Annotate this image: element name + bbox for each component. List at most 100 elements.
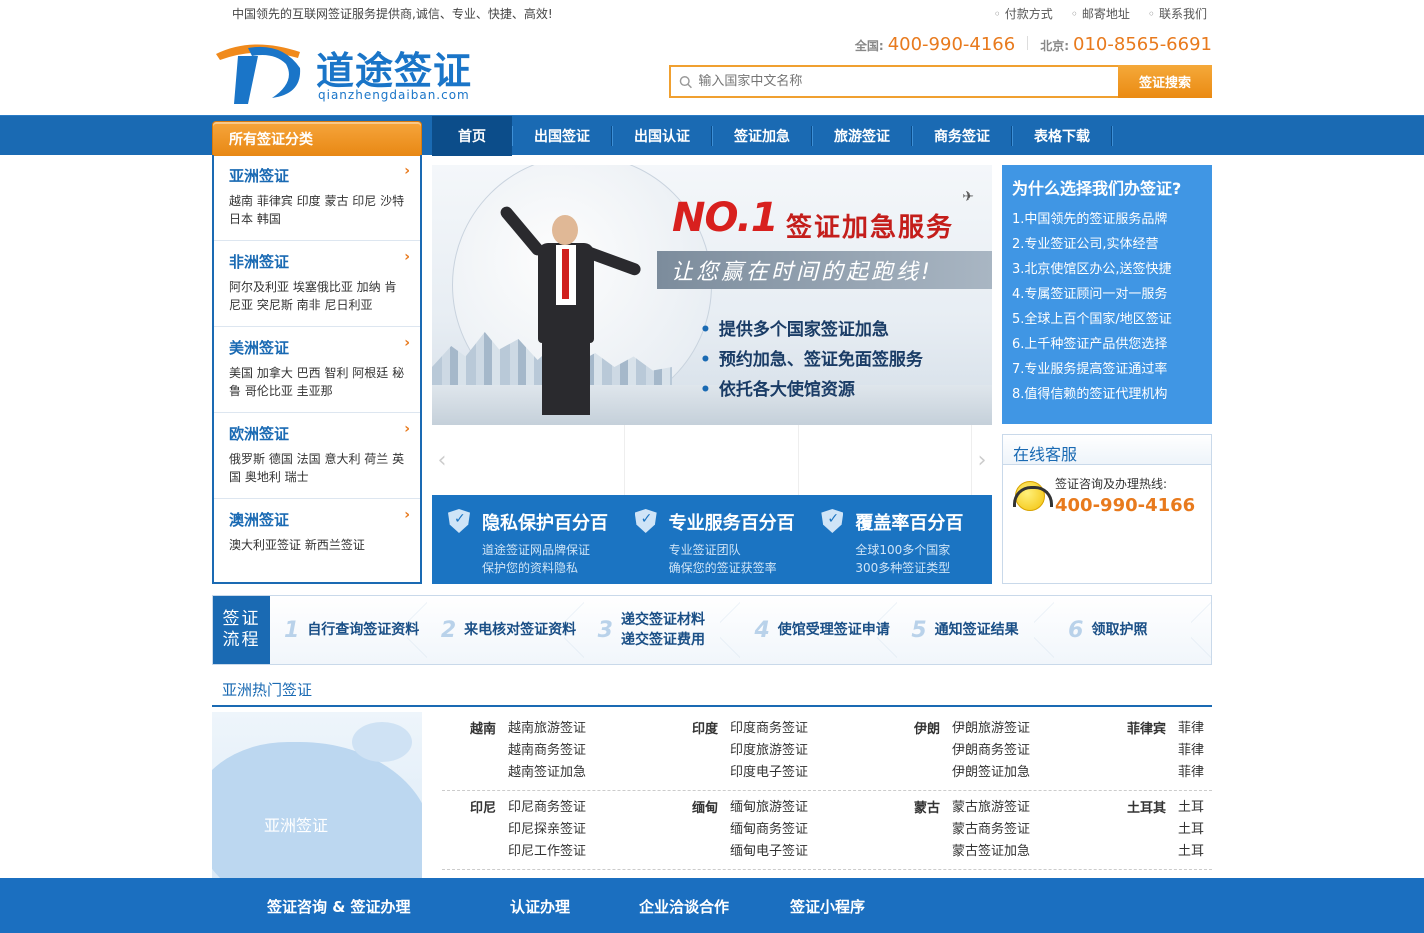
country-name[interactable]: 越南 [442, 718, 508, 784]
visa-link[interactable]: 伊朗商务签证 [952, 740, 1030, 762]
footer-bar: 签证咨询 & 签证办理 认证办理 企业洽谈合作 签证小程序 [0, 878, 1424, 933]
country-column: 伊朗 伊朗旅游签证 伊朗商务签证 伊朗签证加急 [886, 718, 1108, 784]
process-step: 2 来电核对签证资料 [427, 595, 584, 665]
banner-bullet: 依托各大使馆资源 [700, 375, 923, 405]
category-countries[interactable]: 阿尔及利亚 埃塞俄比亚 加纳 肯尼亚 突尼斯 南非 尼日利亚 [229, 278, 406, 314]
category-sidebar: 亚洲签证 › 越南 菲律宾 印度 蒙古 印尼 沙特 日本 韩国 非洲签证 › 阿… [212, 155, 422, 584]
country-column: 越南 越南旅游签证 越南商务签证 越南签证加急 [442, 718, 664, 784]
thumbnail[interactable] [799, 425, 972, 495]
category-americas[interactable]: 美洲签证 › 美国 加拿大 巴西 智利 阿根廷 秘鲁 哥伦比亚 圭亚那 [214, 327, 420, 413]
visa-link[interactable]: 越南签证加急 [508, 762, 586, 784]
category-title[interactable]: 亚洲签证 [229, 165, 406, 186]
prev-arrow-icon[interactable]: ‹ [432, 425, 452, 495]
visa-link[interactable]: 缅甸旅游签证 [730, 797, 808, 819]
chevron-right-icon: › [404, 421, 410, 437]
feature-privacy: 隐私保护百分百 道途签证网品牌保证保护您的资料隐私 [432, 495, 619, 584]
visa-link[interactable]: 印尼工作签证 [508, 841, 586, 863]
service-phone: 400-990-4166 [1055, 495, 1196, 516]
category-title[interactable]: 美洲签证 [229, 337, 406, 358]
search-input[interactable] [698, 74, 1118, 89]
process-step: 4 使馆受理签证申请 [740, 595, 898, 665]
feature-coverage: 覆盖率百分百 全球100多个国家300多种签证类型 [805, 495, 992, 584]
footer-certification[interactable]: 认证办理 [510, 896, 570, 917]
category-oceania[interactable]: 澳洲签证 › 澳大利亚签证 新西兰签证 [214, 499, 420, 585]
visa-link[interactable]: 土耳 [1178, 819, 1204, 841]
visa-link[interactable]: 印尼探亲签证 [508, 819, 586, 841]
category-countries[interactable]: 美国 加拿大 巴西 智利 阿根廷 秘鲁 哥伦比亚 圭亚那 [229, 364, 406, 400]
category-europe[interactable]: 欧洲签证 › 俄罗斯 德国 法国 意大利 荷兰 英国 奥地利 瑞士 [214, 413, 420, 499]
why-choose-us-panel: 为什么选择我们办签证? 1.中国领先的签证服务品牌 2.专业签证公司,实体经营 … [1002, 165, 1212, 424]
logo-mark-icon [216, 44, 301, 104]
banner-subtitle: 让您赢在时间的起跑线! [657, 251, 992, 289]
visa-link[interactable]: 蒙古商务签证 [952, 819, 1030, 841]
visa-link[interactable]: 土耳 [1178, 797, 1204, 819]
nav-bar: 所有签证分类 首页 出国签证 出国认证 签证加急 旅游签证 商务签证 表格下载 [0, 115, 1424, 156]
visa-link[interactable]: 土耳 [1178, 841, 1204, 863]
payment-link[interactable]: 付款方式 [994, 5, 1053, 22]
visa-link[interactable]: 缅甸电子签证 [730, 841, 808, 863]
category-title[interactable]: 澳洲签证 [229, 509, 406, 530]
nav-business-visa[interactable]: 商务签证 [912, 116, 1012, 156]
visa-link[interactable]: 印度电子签证 [730, 762, 808, 784]
nav-urgent-visa[interactable]: 签证加急 [712, 116, 812, 156]
country-name[interactable]: 土耳其 [1108, 797, 1178, 863]
category-asia[interactable]: 亚洲签证 › 越南 菲律宾 印度 蒙古 印尼 沙特 日本 韩国 [214, 155, 420, 241]
visa-link[interactable]: 印度旅游签证 [730, 740, 808, 762]
country-column: 菲律宾 菲律 菲律 菲律 [1108, 718, 1212, 784]
nav-tourist-visa[interactable]: 旅游签证 [812, 116, 912, 156]
search-button[interactable]: 签证搜索 [1118, 65, 1212, 98]
country-name[interactable]: 伊朗 [886, 718, 952, 784]
visa-link[interactable]: 越南商务签证 [508, 740, 586, 762]
footer-cooperation[interactable]: 企业洽谈合作 [639, 896, 729, 917]
banner-thumbnails: ‹ › [432, 425, 992, 495]
category-countries[interactable]: 越南 菲律宾 印度 蒙古 印尼 沙特 日本 韩国 [229, 192, 406, 228]
country-name[interactable]: 菲律宾 [1108, 718, 1178, 784]
category-africa[interactable]: 非洲签证 › 阿尔及利亚 埃塞俄比亚 加纳 肯尼亚 突尼斯 南非 尼日利亚 [214, 241, 420, 327]
all-categories-title[interactable]: 所有签证分类 [212, 121, 422, 156]
process-step: 5 通知签证结果 [897, 595, 1054, 665]
country-name[interactable]: 印度 [664, 718, 730, 784]
logo[interactable]: 道途签证 qianzhengdaiban.com [212, 38, 502, 106]
banner-bullet: 提供多个国家签证加急 [700, 315, 923, 345]
category-countries[interactable]: 俄罗斯 德国 法国 意大利 荷兰 英国 奥地利 瑞士 [229, 450, 406, 486]
feature-title: 隐私保护百分百 [482, 513, 608, 534]
mailing-address-link[interactable]: 邮寄地址 [1071, 5, 1130, 22]
visa-link[interactable]: 印度商务签证 [730, 718, 808, 740]
why-title: 为什么选择我们办签证? [1012, 179, 1182, 198]
nav-home[interactable]: 首页 [432, 116, 512, 156]
headset-avatar-icon[interactable] [1013, 481, 1053, 511]
country-name[interactable]: 印尼 [442, 797, 508, 863]
footer-consult[interactable]: 签证咨询 & 签证办理 [267, 896, 411, 917]
visa-link[interactable]: 蒙古签证加急 [952, 841, 1030, 863]
main-area: 亚洲签证 › 越南 菲律宾 印度 蒙古 印尼 沙特 日本 韩国 非洲签证 › 阿… [212, 155, 1212, 595]
nav-overseas-visa[interactable]: 出国签证 [512, 116, 612, 156]
main-nav: 首页 出国签证 出国认证 签证加急 旅游签证 商务签证 表格下载 [432, 116, 1112, 156]
footer-mini-program[interactable]: 签证小程序 [790, 896, 865, 917]
next-arrow-icon[interactable]: › [972, 425, 992, 495]
country-name[interactable]: 蒙古 [886, 797, 952, 863]
visa-link[interactable]: 菲律 [1178, 762, 1204, 784]
nav-certification[interactable]: 出国认证 [612, 116, 712, 156]
visa-link[interactable]: 缅甸商务签证 [730, 819, 808, 841]
category-title[interactable]: 非洲签证 [229, 251, 406, 272]
category-title[interactable]: 欧洲签证 [229, 423, 406, 444]
thumbnail[interactable] [452, 425, 626, 495]
visa-link[interactable]: 越南旅游签证 [508, 718, 586, 740]
contact-link[interactable]: 联系我们 [1148, 5, 1207, 22]
features-strip: 隐私保护百分百 道途签证网品牌保证保护您的资料隐私 专业服务百分百 专业签证团队… [432, 495, 992, 584]
top-links: 付款方式 邮寄地址 联系我们 [994, 5, 1207, 22]
visa-link[interactable]: 菲律 [1178, 718, 1204, 740]
visa-link[interactable]: 伊朗签证加急 [952, 762, 1030, 784]
banner-title: 签证加急服务 [786, 213, 955, 243]
hotlines: 全国: 400-990-4166 北京: 010-8565-6691 [855, 34, 1212, 55]
nav-form-download[interactable]: 表格下载 [1012, 116, 1112, 156]
visa-link[interactable]: 菲律 [1178, 740, 1204, 762]
thumbnail[interactable] [625, 425, 799, 495]
category-countries[interactable]: 澳大利亚签证 新西兰签证 [229, 536, 406, 554]
hero-banner[interactable]: ✈ NO.1 签证加急服务 让您赢在时间的起跑线! 提供多个国家签证加急 预约加… [432, 165, 992, 425]
visa-link[interactable]: 蒙古旅游签证 [952, 797, 1030, 819]
visa-link[interactable]: 伊朗旅游签证 [952, 718, 1030, 740]
country-name[interactable]: 缅甸 [664, 797, 730, 863]
visa-link[interactable]: 印尼商务签证 [508, 797, 586, 819]
visa-group-row: 越南 越南旅游签证 越南商务签证 越南签证加急 印度 印度商务签证 印度旅游签证 印度电子签证… [442, 712, 1212, 791]
